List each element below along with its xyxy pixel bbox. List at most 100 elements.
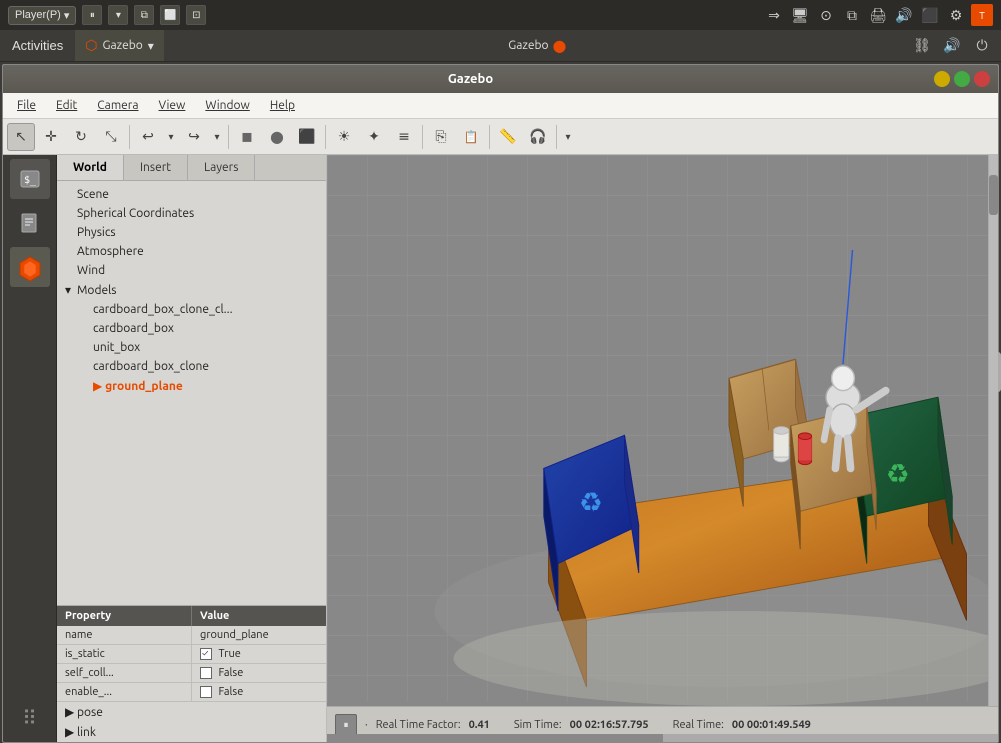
close-button[interactable] bbox=[974, 71, 990, 87]
props-row-static: is_static True bbox=[57, 645, 326, 664]
box-tool-button[interactable]: ▪ bbox=[233, 123, 261, 151]
minimize-button[interactable] bbox=[934, 71, 950, 87]
tree-item-pose[interactable]: ▶ pose bbox=[57, 702, 326, 722]
record-icon-sys[interactable]: ⊡ bbox=[186, 5, 206, 25]
network-icon[interactable]: ⛓ bbox=[911, 35, 933, 57]
cylinder-tool-button[interactable]: ⬛ bbox=[293, 123, 321, 151]
props-col-property: Property bbox=[57, 606, 192, 626]
undo-dropdown-button[interactable]: ▾ bbox=[164, 123, 178, 151]
window-list-icon[interactable]: ⬛ bbox=[919, 4, 941, 26]
checkbox-selfcoll[interactable] bbox=[200, 667, 212, 679]
redo-dropdown-button[interactable]: ▾ bbox=[210, 123, 224, 151]
dirlight-tool-button[interactable]: ≡ bbox=[390, 123, 418, 151]
viewport-scrollbar[interactable] bbox=[327, 734, 998, 742]
menu-view[interactable]: View bbox=[151, 96, 194, 115]
tree-item-cardboard-box[interactable]: cardboard_box bbox=[57, 319, 326, 338]
pose-arrow: ▶ bbox=[65, 705, 77, 719]
props-cell-enable-key: enable_... bbox=[57, 683, 192, 701]
taskbar-title: Gazebo bbox=[508, 39, 548, 52]
screen-icon-sys[interactable]: ⬜ bbox=[160, 5, 180, 25]
monitor-icon[interactable]: 🖥 bbox=[789, 4, 811, 26]
gazebo-app-dropdown-icon: ▾ bbox=[148, 39, 154, 53]
gear-icon[interactable]: ⚙ bbox=[945, 4, 967, 26]
tree-item-physics[interactable]: Physics bbox=[57, 223, 326, 242]
player-button[interactable]: Player(P) ▾ bbox=[8, 6, 76, 25]
terminal-icon[interactable]: T bbox=[971, 4, 993, 26]
tree-item-ground-plane[interactable]: ▶ ground_plane bbox=[57, 376, 326, 396]
status-pause-button[interactable]: ⏸ bbox=[335, 714, 357, 736]
align-tool-button[interactable]: 📏 bbox=[494, 123, 522, 151]
tree-item-models[interactable]: ▾ Models bbox=[57, 280, 326, 300]
sidebar-icon-grid[interactable]: ⠿ bbox=[10, 698, 50, 738]
rotate-tool-button[interactable]: ↻ bbox=[67, 123, 95, 151]
menu-window[interactable]: Window bbox=[197, 96, 257, 115]
system-right-icons: ⇒ 🖥 ⊙ ⧉ 🖨 🔊 ⬛ ⚙ T bbox=[763, 4, 993, 26]
svg-text:$_: $_ bbox=[24, 175, 37, 186]
power-icon[interactable]: ⏻ bbox=[971, 35, 993, 57]
main-window: Gazebo File Edit Camera View Window Help… bbox=[2, 64, 999, 743]
viewport-right-scrollbar[interactable] bbox=[988, 155, 998, 706]
tree-item-link[interactable]: ▶ link bbox=[57, 722, 326, 742]
windows-icon-sys[interactable]: ⧉ bbox=[134, 5, 154, 25]
pause-icon-sys[interactable]: ⏸ bbox=[82, 5, 102, 25]
menu-edit[interactable]: Edit bbox=[48, 96, 85, 115]
tree-item-scene[interactable]: Scene bbox=[57, 185, 326, 204]
copy-tool-button[interactable]: ⎘ bbox=[427, 123, 455, 151]
tree-item-cardboard-clone[interactable]: cardboard_box_clone bbox=[57, 357, 326, 376]
record-circle-icon[interactable]: ⊙ bbox=[815, 4, 837, 26]
print-icon[interactable]: 🖨 bbox=[867, 4, 889, 26]
realtime-factor-label: Real Time Factor: bbox=[376, 719, 461, 731]
gazebo-app-label: Gazebo bbox=[103, 39, 143, 52]
tree-item-spherical[interactable]: Spherical Coordinates bbox=[57, 204, 326, 223]
taskbar-dot: ● bbox=[553, 36, 567, 55]
models-label: Models bbox=[77, 284, 116, 297]
forward-icon[interactable]: ⇒ bbox=[763, 4, 785, 26]
undo-button[interactable]: ↩ bbox=[134, 123, 162, 151]
props-cell-enable-val: False bbox=[192, 683, 326, 701]
static-value-label: True bbox=[219, 648, 241, 660]
tab-insert[interactable]: Insert bbox=[124, 155, 188, 180]
maximize-button[interactable] bbox=[954, 71, 970, 87]
menu-file[interactable]: File bbox=[9, 96, 44, 115]
props-col-value: Value bbox=[192, 606, 326, 626]
activities-label: Activities bbox=[12, 38, 63, 53]
sun-tool-button[interactable]: ☀ bbox=[330, 123, 358, 151]
scale-tool-button[interactable]: ⤡ bbox=[97, 123, 125, 151]
sidebar-icon-files[interactable] bbox=[10, 203, 50, 243]
activities-button[interactable]: Activities bbox=[0, 30, 75, 61]
props-cell-selfcoll-key: self_coll... bbox=[57, 664, 192, 682]
pose-label: pose bbox=[77, 706, 103, 719]
checkbox-enable[interactable] bbox=[200, 686, 212, 698]
select-tool-button[interactable]: ↖ bbox=[7, 123, 35, 151]
menu-help[interactable]: Help bbox=[262, 96, 303, 115]
tree-item-cardboard-clone-cl[interactable]: cardboard_box_clone_cl... bbox=[57, 300, 326, 319]
viewport[interactable]: ♻ ♻ bbox=[327, 155, 998, 742]
tree-item-wind[interactable]: Wind bbox=[57, 261, 326, 280]
checkbox-static[interactable] bbox=[200, 648, 212, 660]
tab-world[interactable]: World bbox=[57, 155, 124, 180]
gazebo-app-button[interactable]: ⬡ Gazebo ▾ bbox=[75, 30, 163, 61]
tree-item-unit-box[interactable]: unit_box bbox=[57, 338, 326, 357]
viewport-right-scrollbar-thumb bbox=[989, 175, 998, 215]
tab-layers[interactable]: Layers bbox=[188, 155, 255, 180]
tree-item-atmosphere[interactable]: Atmosphere bbox=[57, 242, 326, 261]
more-tools-button[interactable]: ▾ bbox=[561, 123, 575, 151]
speaker-icon[interactable]: 🔊 bbox=[941, 35, 963, 57]
realtime-factor-value: 0.41 bbox=[469, 719, 490, 731]
sphere-tool-button[interactable]: ● bbox=[263, 123, 291, 151]
screen2-icon[interactable]: ⧉ bbox=[841, 4, 863, 26]
sim-time-label: Sim Time: bbox=[514, 719, 562, 731]
redo-button[interactable]: ↪ bbox=[180, 123, 208, 151]
gazebo-icon bbox=[16, 253, 44, 281]
translate-tool-button[interactable]: ✛ bbox=[37, 123, 65, 151]
pause-dropdown-sys[interactable]: ▾ bbox=[108, 5, 128, 25]
menu-camera[interactable]: Camera bbox=[89, 96, 146, 115]
snap-tool-button[interactable]: 🎧 bbox=[524, 123, 552, 151]
status-bar: ⏸ · Real Time Factor: 0.41 Sim Time: 00 … bbox=[327, 706, 998, 742]
volume-icon[interactable]: 🔊 bbox=[893, 4, 915, 26]
pointlight-tool-button[interactable]: ✦ bbox=[360, 123, 388, 151]
sidebar-icon-shell[interactable]: $_ bbox=[10, 159, 50, 199]
sidebar-icon-gazebo[interactable] bbox=[10, 247, 50, 287]
panel-tabs: World Insert Layers bbox=[57, 155, 326, 181]
paste-tool-button[interactable]: 📋 bbox=[457, 123, 485, 151]
